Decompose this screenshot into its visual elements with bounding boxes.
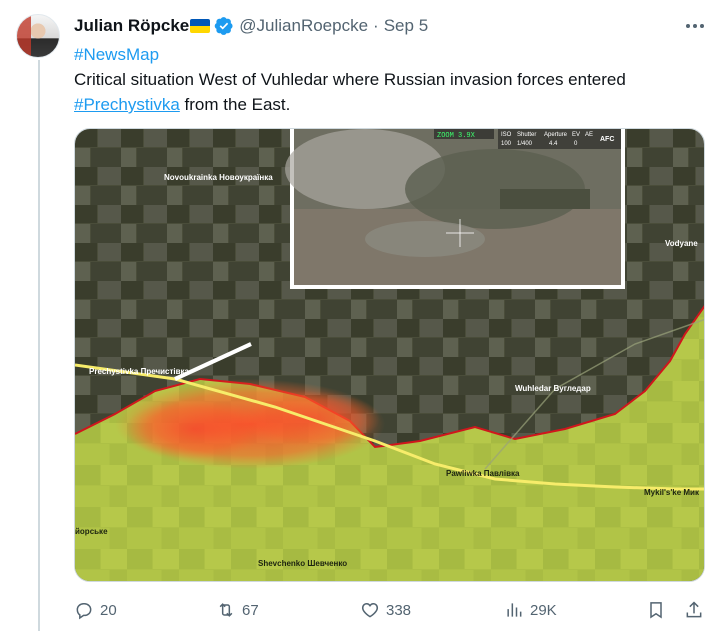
hud-afc: AFC — [600, 136, 614, 143]
avatar[interactable] — [16, 14, 60, 58]
reply-count: 20 — [100, 601, 117, 619]
more-options-icon[interactable] — [682, 14, 708, 38]
views-icon — [507, 603, 522, 617]
map-label-vuhledar: Wuhledar Вугледар — [515, 384, 591, 393]
hud-zoom: ZOOM 3.9X — [437, 132, 476, 140]
hud-shutter-value: 1/400 — [517, 141, 533, 147]
hud-ae-label: AE — [585, 132, 593, 138]
tweet-text-tail: from the East. — [179, 95, 291, 114]
views-count: 29K — [530, 601, 557, 619]
hud-iso-label: ISO — [501, 132, 512, 138]
like-count: 338 — [386, 601, 412, 619]
tweet-actions: 20 67 338 29K — [74, 596, 708, 624]
share-icon — [686, 601, 702, 618]
repost-icon — [219, 603, 233, 617]
ukraine-flag-icon — [190, 19, 211, 33]
map-label-mykilske: Mykil's'ke Мик — [644, 488, 700, 497]
repost-button[interactable]: 67 — [216, 596, 259, 624]
author-name[interactable]: Julian Röpcke — [74, 16, 189, 36]
satellite-map: ZOOM 3.9X ISO 100 Shutter 1/400 Aperture… — [75, 129, 704, 581]
reply-icon — [76, 603, 92, 620]
tweet-date[interactable]: Sep 5 — [384, 16, 428, 36]
tweet-header: Julian Röpcke @JulianRoepcke · Sep 5 — [74, 15, 428, 37]
views-button[interactable]: 29K — [504, 596, 557, 624]
hud-aperture-label: Aperture — [544, 132, 568, 138]
map-label-shevchenko: Shevchenko Шевченко — [258, 559, 347, 568]
tweet-text: #NewsMap Critical situation West of Vuhl… — [74, 42, 704, 117]
video-inset: ZOOM 3.9X ISO 100 Shutter 1/400 Aperture… — [285, 129, 625, 289]
bookmark-icon — [650, 602, 662, 619]
hud-aperture-value: 4.4 — [549, 141, 558, 147]
map-label-vodyane: Vodyane — [665, 239, 698, 248]
thread-line — [38, 60, 40, 631]
like-button[interactable]: 338 — [360, 596, 411, 624]
author-handle[interactable]: @JulianRoepcke — [239, 16, 368, 36]
verified-badge-icon[interactable] — [214, 16, 234, 36]
map-label-yorske: йорське — [75, 527, 108, 536]
hashtag-prechystivka[interactable]: #Prechystivka — [74, 95, 180, 114]
tweet-text-line: Critical situation West of Vuhledar wher… — [74, 70, 626, 89]
bookmark-button[interactable] — [646, 596, 666, 624]
share-button[interactable] — [684, 596, 704, 624]
map-label-pawliwka: Pawliwka Павлівка — [446, 469, 520, 478]
heart-icon — [361, 602, 379, 618]
separator-dot: · — [373, 16, 379, 35]
hud-ev-label: EV — [572, 132, 580, 138]
map-label-novoukrainka: Novoukrainka Новоукраїнка — [164, 173, 273, 182]
tweet-media-map[interactable]: ZOOM 3.9X ISO 100 Shutter 1/400 Aperture… — [74, 128, 705, 582]
reply-button[interactable]: 20 — [74, 596, 117, 624]
hud-iso-value: 100 — [501, 141, 512, 147]
hud-shutter-label: Shutter — [517, 132, 536, 138]
hashtag-newsmap[interactable]: #NewsMap — [74, 45, 159, 64]
repost-count: 67 — [242, 601, 259, 619]
map-label-prechystivka: Prechystivka Пречистівка — [89, 367, 190, 376]
